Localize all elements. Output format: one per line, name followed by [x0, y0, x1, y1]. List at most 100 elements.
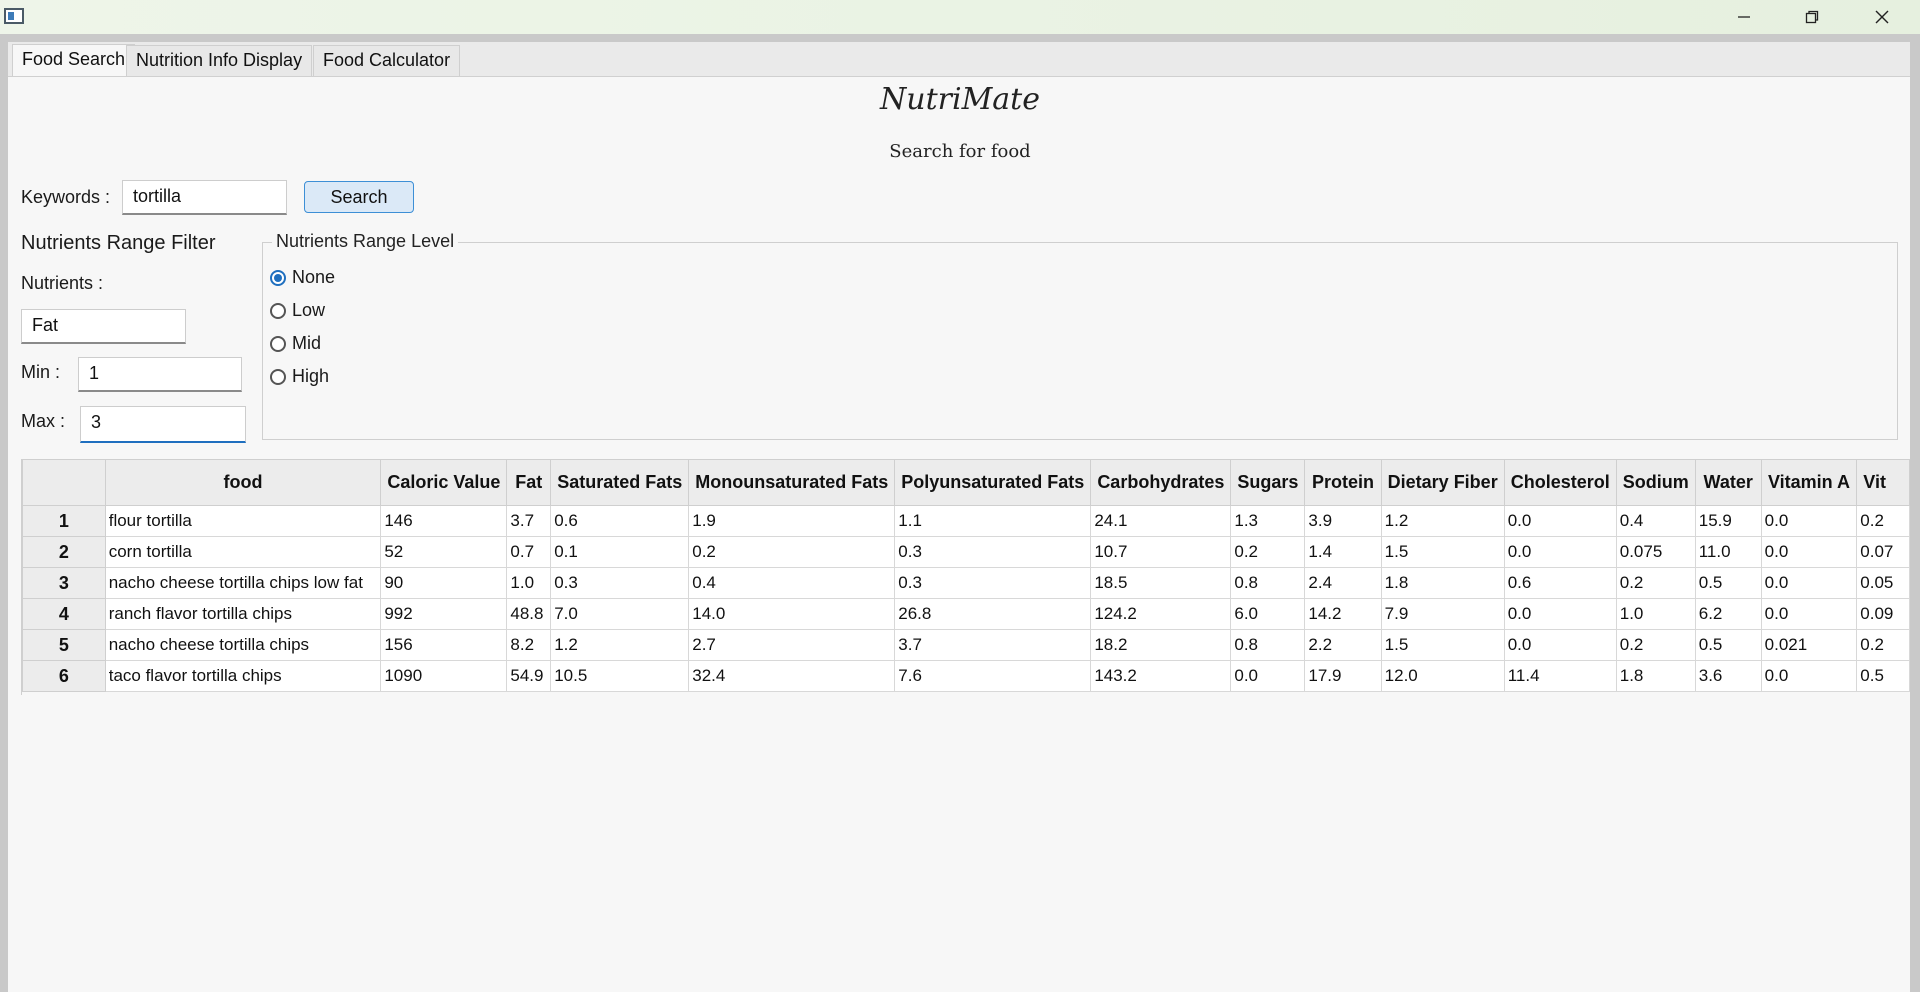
- table-cell[interactable]: 143.2: [1090, 660, 1232, 692]
- table-cell[interactable]: 0.4: [1615, 505, 1696, 537]
- table-cell[interactable]: flour tortilla: [104, 505, 382, 537]
- restore-icon[interactable]: [1780, 0, 1844, 34]
- table-row[interactable]: 6 taco flavor tortilla chips 1090 54.9 10.5 3…: [22, 660, 1910, 692]
- row-header[interactable]: 5: [22, 629, 106, 661]
- table-cell[interactable]: 32.4: [688, 660, 896, 692]
- tab-nutrition-info-display[interactable]: Nutrition Info Display: [126, 45, 313, 76]
- column-header[interactable]: Saturated Fats: [550, 459, 690, 506]
- row-header[interactable]: 3: [22, 567, 106, 599]
- results-table[interactable]: food Caloric Value Fat Saturated Fats Mo…: [21, 459, 1910, 695]
- table-row[interactable]: 2 corn tortilla 52 0.7 0.1 0.2 0.3 10.7 0.2 1.4 1.…: [22, 536, 1910, 568]
- table-cell[interactable]: 1.1: [894, 505, 1092, 537]
- table-cell[interactable]: 14.0: [688, 598, 896, 630]
- table-cell[interactable]: 1.8: [1380, 567, 1505, 599]
- table-cell[interactable]: 0.09: [1856, 598, 1910, 630]
- table-cell[interactable]: 0.0: [1760, 536, 1858, 568]
- table-cell[interactable]: 146: [380, 505, 508, 537]
- table-cell[interactable]: 0.5: [1694, 629, 1762, 661]
- table-cell[interactable]: 1.5: [1380, 629, 1505, 661]
- table-cell[interactable]: 3.6: [1694, 660, 1762, 692]
- table-cell[interactable]: taco flavor tortilla chips: [104, 660, 382, 692]
- table-cell[interactable]: 0.021: [1760, 629, 1858, 661]
- table-cell[interactable]: 18.2: [1090, 629, 1232, 661]
- table-cell[interactable]: 90: [380, 567, 508, 599]
- table-cell[interactable]: 0.1: [550, 536, 690, 568]
- table-cell[interactable]: 1.2: [1380, 505, 1505, 537]
- table-cell[interactable]: 0.2: [1856, 505, 1910, 537]
- table-cell[interactable]: 0.2: [1230, 536, 1306, 568]
- nutrient-select[interactable]: Fat: [21, 309, 186, 344]
- table-cell[interactable]: 17.9: [1304, 660, 1382, 692]
- column-header[interactable]: Monounsaturated Fats: [688, 459, 896, 506]
- table-cell[interactable]: 24.1: [1090, 505, 1232, 537]
- column-header[interactable]: Water: [1694, 459, 1762, 506]
- column-header[interactable]: Caloric Value: [380, 459, 508, 506]
- table-cell[interactable]: 14.2: [1304, 598, 1382, 630]
- column-header[interactable]: Vitamin A: [1760, 459, 1858, 506]
- table-cell[interactable]: 10.5: [550, 660, 690, 692]
- radio-none[interactable]: None: [270, 267, 335, 288]
- table-cell[interactable]: 1.2: [550, 629, 690, 661]
- table-cell[interactable]: ranch flavor tortilla chips: [104, 598, 382, 630]
- table-cell[interactable]: 7.6: [894, 660, 1092, 692]
- table-cell[interactable]: 0.2: [1615, 567, 1696, 599]
- radio-checked-icon[interactable]: [270, 269, 286, 286]
- table-cell[interactable]: 156: [380, 629, 508, 661]
- table-cell[interactable]: 0.2: [1856, 629, 1910, 661]
- table-cell[interactable]: 26.8: [894, 598, 1092, 630]
- table-cell[interactable]: 52: [380, 536, 508, 568]
- table-cell[interactable]: 992: [380, 598, 508, 630]
- table-cell[interactable]: 0.0: [1230, 660, 1306, 692]
- table-cell[interactable]: 11.0: [1694, 536, 1762, 568]
- table-cell[interactable]: 0.3: [894, 567, 1092, 599]
- radio-unchecked-icon[interactable]: [270, 368, 286, 385]
- min-input[interactable]: 1: [78, 357, 242, 392]
- table-row[interactable]: 1 flour tortilla 146 3.7 0.6 1.9 1.1 24.1 1.3 3.9…: [22, 505, 1910, 537]
- table-cell[interactable]: 0.075: [1615, 536, 1696, 568]
- table-cell[interactable]: 12.0: [1380, 660, 1505, 692]
- table-cell[interactable]: 1.8: [1615, 660, 1696, 692]
- table-cell[interactable]: 0.7: [506, 536, 552, 568]
- table-cell[interactable]: 0.0: [1760, 505, 1858, 537]
- table-cell[interactable]: 15.9: [1694, 505, 1762, 537]
- table-cell[interactable]: 0.3: [894, 536, 1092, 568]
- table-row[interactable]: 4 ranch flavor tortilla chips 992 48.8 7.0 14…: [22, 598, 1910, 630]
- radio-unchecked-icon[interactable]: [270, 302, 286, 319]
- table-cell[interactable]: 48.8: [506, 598, 552, 630]
- row-header[interactable]: 1: [22, 505, 106, 537]
- table-cell[interactable]: corn tortilla: [104, 536, 382, 568]
- table-cell[interactable]: 0.0: [1503, 505, 1617, 537]
- tab-food-search[interactable]: Food Search: [12, 44, 136, 76]
- table-cell[interactable]: 10.7: [1090, 536, 1232, 568]
- table-cell[interactable]: nacho cheese tortilla chips: [104, 629, 382, 661]
- minimize-icon[interactable]: [1712, 0, 1776, 34]
- table-cell[interactable]: 0.2: [688, 536, 896, 568]
- table-cell[interactable]: 0.3: [550, 567, 690, 599]
- table-cell[interactable]: 1.9: [688, 505, 896, 537]
- table-cell[interactable]: 0.0: [1503, 598, 1617, 630]
- table-cell[interactable]: 0.6: [550, 505, 690, 537]
- table-cell[interactable]: 1.4: [1304, 536, 1382, 568]
- table-cell[interactable]: 6.2: [1694, 598, 1762, 630]
- column-header[interactable]: Polyunsaturated Fats: [894, 459, 1092, 506]
- table-cell[interactable]: 7.0: [550, 598, 690, 630]
- radio-high[interactable]: High: [270, 366, 329, 387]
- table-cell[interactable]: 3.7: [894, 629, 1092, 661]
- table-cell[interactable]: 0.8: [1230, 567, 1306, 599]
- table-cell[interactable]: 2.7: [688, 629, 896, 661]
- keywords-input[interactable]: tortilla: [122, 180, 287, 215]
- column-header[interactable]: Cholesterol: [1503, 459, 1617, 506]
- radio-mid[interactable]: Mid: [270, 333, 321, 354]
- window-titlebar[interactable]: [0, 0, 1920, 34]
- table-cell[interactable]: 0.07: [1856, 536, 1910, 568]
- table-cell[interactable]: 0.0: [1503, 629, 1617, 661]
- row-header[interactable]: 4: [22, 598, 106, 630]
- table-cell[interactable]: 0.05: [1856, 567, 1910, 599]
- table-cell[interactable]: 1090: [380, 660, 508, 692]
- table-cell[interactable]: 11.4: [1503, 660, 1617, 692]
- table-cell[interactable]: 1.0: [506, 567, 552, 599]
- table-cell[interactable]: 0.6: [1503, 567, 1617, 599]
- close-icon[interactable]: [1850, 0, 1914, 34]
- table-row[interactable]: 3 nacho cheese tortilla chips low fat 90 1.…: [22, 567, 1910, 599]
- column-header[interactable]: Sugars: [1230, 459, 1306, 506]
